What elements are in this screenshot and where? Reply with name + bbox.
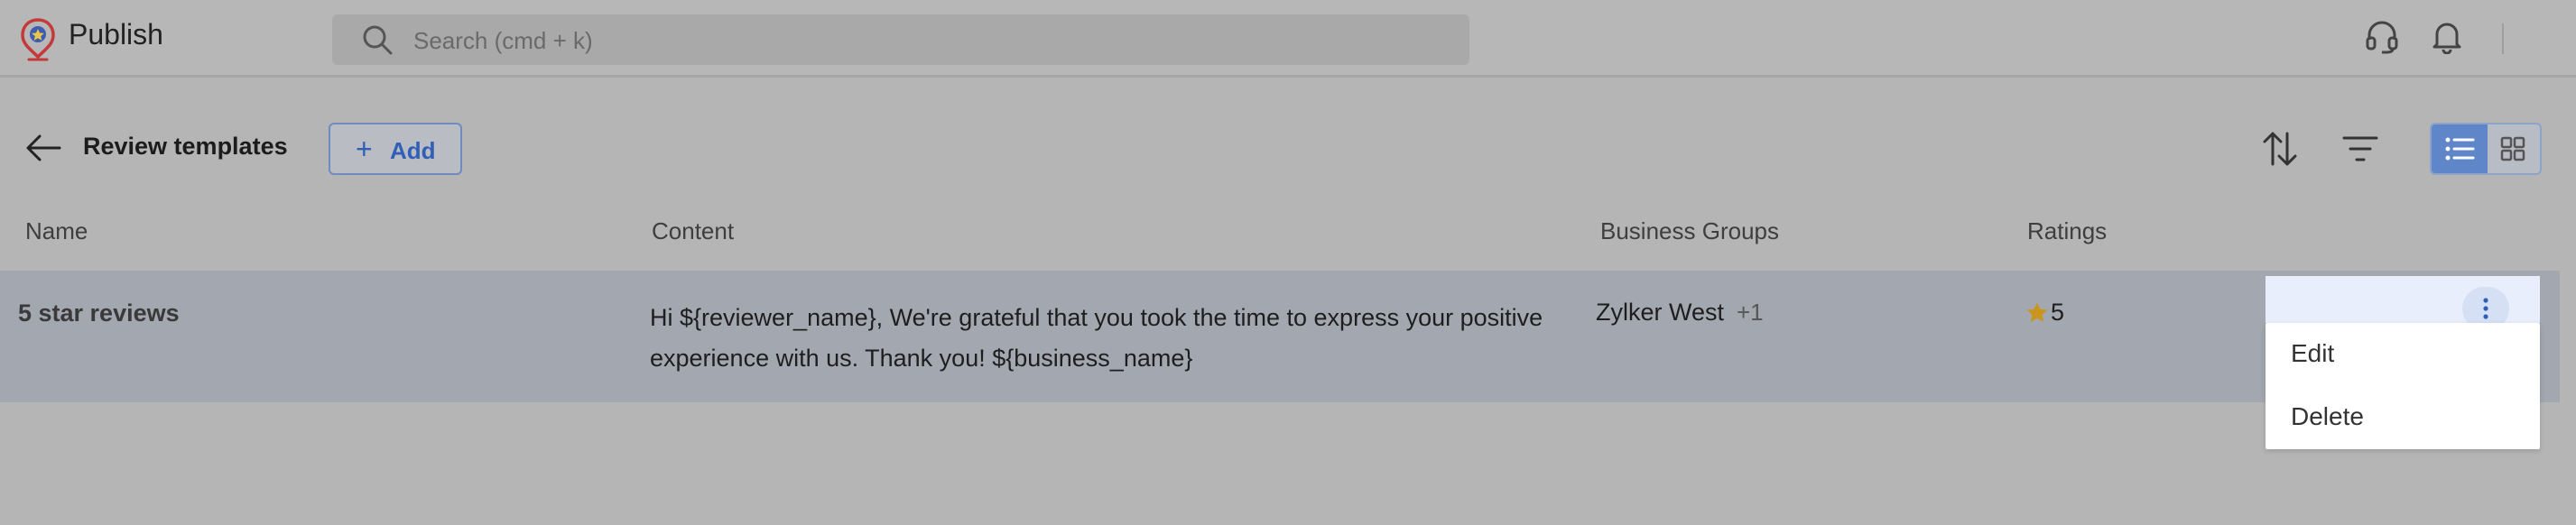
view-toggle[interactable] — [2430, 123, 2542, 175]
template-content: Hi ${reviewer_name}, We're grateful that… — [650, 304, 1543, 372]
plus-icon: + — [356, 133, 373, 165]
column-header-ratings[interactable]: Ratings — [2027, 217, 2107, 245]
search-input[interactable]: Search (cmd + k) — [413, 27, 593, 55]
filter-icon[interactable] — [2341, 134, 2379, 164]
headset-icon[interactable] — [2365, 20, 2399, 54]
star-icon — [2026, 302, 2048, 322]
template-name: 5 star reviews — [18, 299, 180, 327]
publish-logo-icon — [21, 18, 55, 61]
grid-view-icon — [2500, 136, 2525, 161]
column-header-name[interactable]: Name — [25, 217, 88, 245]
add-button[interactable]: + Add — [329, 123, 462, 175]
business-group: Zylker West — [1596, 299, 1725, 326]
list-view-button[interactable] — [2432, 124, 2488, 173]
column-header-content[interactable]: Content — [652, 217, 734, 245]
sort-icon[interactable] — [2262, 130, 2298, 168]
search-icon — [363, 25, 393, 55]
bell-icon[interactable] — [2430, 18, 2464, 54]
app-title: Publish — [69, 18, 163, 51]
page-title: Review templates — [83, 133, 288, 160]
rating-value: 5 — [2051, 299, 2065, 326]
search-bar[interactable]: Search (cmd + k) — [332, 14, 1469, 65]
row-action-menu: Edit Delete — [2266, 323, 2540, 449]
menu-item-edit[interactable]: Edit — [2291, 339, 2334, 368]
header-divider — [2502, 23, 2504, 54]
back-arrow-icon[interactable] — [25, 134, 61, 162]
column-header-business-groups[interactable]: Business Groups — [1600, 217, 1779, 245]
menu-item-delete[interactable]: Delete — [2291, 402, 2364, 431]
add-button-label: Add — [390, 137, 436, 164]
kebab-menu-icon — [2483, 298, 2488, 319]
more-groups-badge[interactable]: +1 — [1737, 299, 1764, 327]
top-bar: Publish Search (cmd + k) — [0, 0, 2576, 78]
table-row[interactable]: 5 star reviews Hi ${reviewer_name}, We'r… — [0, 271, 2560, 402]
grid-view-button[interactable] — [2488, 124, 2540, 173]
list-view-icon — [2445, 137, 2475, 161]
